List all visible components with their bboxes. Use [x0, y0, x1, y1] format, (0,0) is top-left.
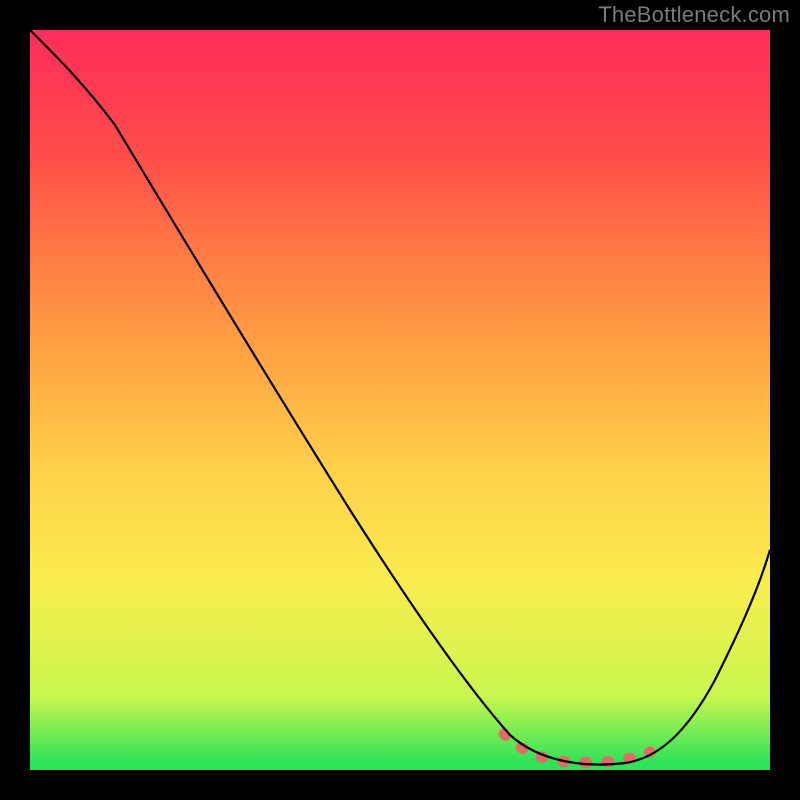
bottleneck-curve-line — [30, 30, 770, 765]
highlight-minimum — [504, 734, 650, 763]
frame: TheBottleneck.com — [0, 0, 800, 800]
chart-svg — [30, 30, 770, 770]
watermark-text: TheBottleneck.com — [598, 2, 790, 28]
bottleneck-chart — [30, 30, 770, 770]
